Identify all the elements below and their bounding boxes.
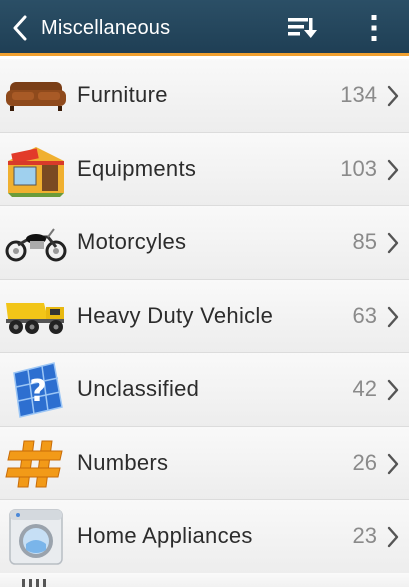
chevron-right-icon	[387, 379, 399, 401]
page-title: Miscellaneous	[41, 17, 171, 39]
list-item-label: Unclassified	[77, 376, 200, 401]
list-item-numbers[interactable]: Numbers 26	[0, 426, 409, 500]
list-item-heavy-duty-vehicle[interactable]: Heavy Duty Vehicle 63	[0, 279, 409, 353]
list-item-label: Numbers	[77, 449, 169, 475]
sort-button[interactable]	[282, 10, 322, 46]
list-item-label: Home Appliances	[77, 523, 253, 548]
shop-icon	[4, 141, 68, 199]
sort-list-icon	[288, 18, 317, 38]
list-item-motorcyles[interactable]: Motorcyles 85	[0, 206, 409, 280]
list-item-unclassified[interactable]: ? Unclassified 42	[0, 353, 409, 427]
list-item-label: Heavy Duty Vehicle	[77, 302, 274, 328]
chevron-right-icon	[387, 232, 399, 254]
partial-item-icon	[22, 579, 46, 587]
sofa-icon	[4, 67, 68, 125]
list-item-count: 103	[340, 155, 377, 181]
chevron-left-icon	[13, 15, 27, 41]
list-item-home-appliances[interactable]: Home Appliances 23	[0, 500, 409, 574]
overflow-menu-button[interactable]	[356, 10, 392, 46]
list-item-label: Motorcyles	[77, 229, 187, 254]
chevron-right-icon	[387, 526, 399, 548]
list-item-furniture[interactable]: Furniture 134	[0, 59, 409, 133]
chevron-right-icon	[387, 85, 399, 107]
app-bar: Miscellaneous	[0, 0, 409, 56]
washing-machine-icon	[4, 508, 68, 566]
list-item-count: 26	[352, 449, 377, 475]
list-item-count: 134	[340, 82, 377, 107]
hash-icon	[4, 435, 68, 493]
motorcycle-icon	[4, 214, 68, 272]
question-map-icon: ?	[4, 361, 68, 419]
dump-truck-icon	[4, 288, 68, 346]
list-item-label: Equipments	[77, 155, 197, 181]
chevron-right-icon	[387, 306, 399, 327]
svg-text:?: ?	[29, 374, 46, 409]
list-item-count: 23	[352, 523, 377, 548]
list-item-label: Furniture	[77, 82, 168, 107]
back-button[interactable]	[0, 0, 40, 56]
more-vertical-icon	[371, 15, 377, 41]
chevron-right-icon	[387, 453, 399, 474]
chevron-right-icon	[387, 159, 399, 180]
list-item-count: 63	[352, 302, 377, 328]
category-list: Furniture 134 Equipments 103 Motorcyles …	[0, 59, 409, 574]
list-item-partial[interactable]	[0, 573, 409, 587]
list-item-count: 85	[352, 229, 377, 254]
list-item-count: 42	[352, 376, 377, 401]
list-item-equipments[interactable]: Equipments 103	[0, 132, 409, 206]
